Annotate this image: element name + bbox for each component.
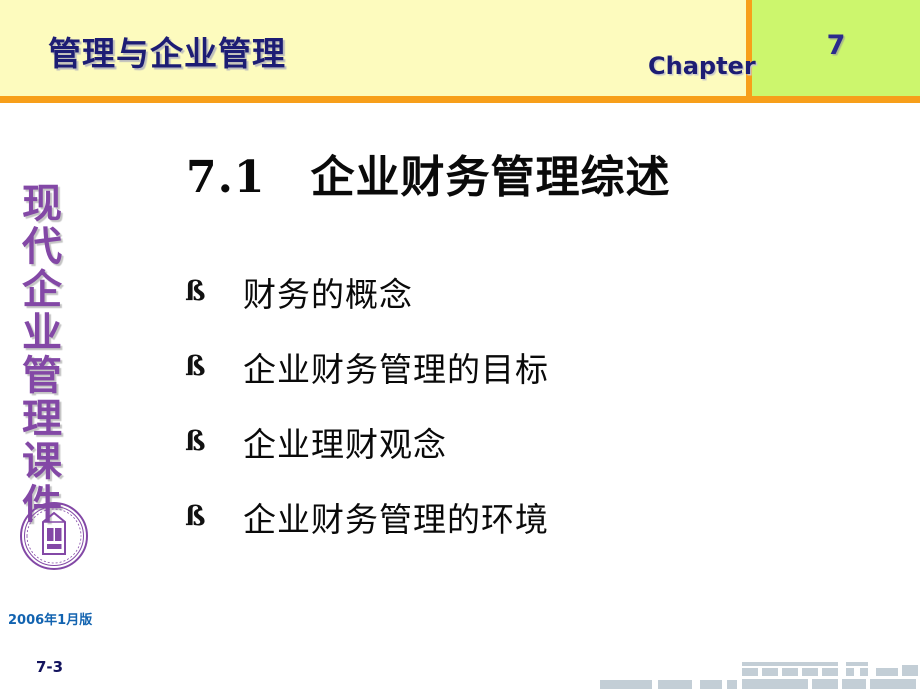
bullet-marker-icon: ß bbox=[185, 426, 206, 457]
list-item-label: 企业理财观念 bbox=[243, 424, 447, 464]
chapter-label: Chapter bbox=[648, 52, 756, 80]
list-item-label: 财务的概念 bbox=[243, 274, 413, 314]
list-item: ß 企业财务管理的环境 bbox=[183, 479, 803, 554]
footer-date: 2006年1月版 bbox=[8, 613, 93, 628]
bullet-marker-icon: ß bbox=[185, 351, 206, 382]
bullet-marker-icon: ß bbox=[185, 276, 206, 307]
slide-number: 7-3 bbox=[36, 658, 64, 676]
presentation-slide: 管理与企业管理 Chapter 7 现代企业管理课件 7.1 企业财务管理综述 … bbox=[0, 0, 920, 690]
list-item: ß 财务的概念 bbox=[183, 254, 803, 329]
chapter-number: 7 bbox=[826, 30, 846, 61]
header-title: 管理与企业管理 bbox=[48, 34, 286, 73]
page-title: 7.1 企业财务管理综述 bbox=[186, 152, 671, 203]
bullet-list: ß 财务的概念 ß 企业财务管理的目标 ß 企业理财观念 ß 企业财务管理的环境 bbox=[183, 254, 803, 554]
bullet-marker-icon: ß bbox=[185, 501, 206, 532]
sidebar-vertical-title: 现代企业管理课件 bbox=[22, 180, 62, 528]
tsinghua-university-press-logo bbox=[18, 500, 90, 572]
list-item-label: 企业财务管理的环境 bbox=[243, 499, 549, 539]
footer-decoration-bar bbox=[596, 660, 920, 690]
list-item: ß 企业理财观念 bbox=[183, 404, 803, 479]
list-item: ß 企业财务管理的目标 bbox=[183, 329, 803, 404]
header-underline-rule bbox=[0, 96, 920, 103]
list-item-label: 企业财务管理的目标 bbox=[243, 349, 549, 389]
